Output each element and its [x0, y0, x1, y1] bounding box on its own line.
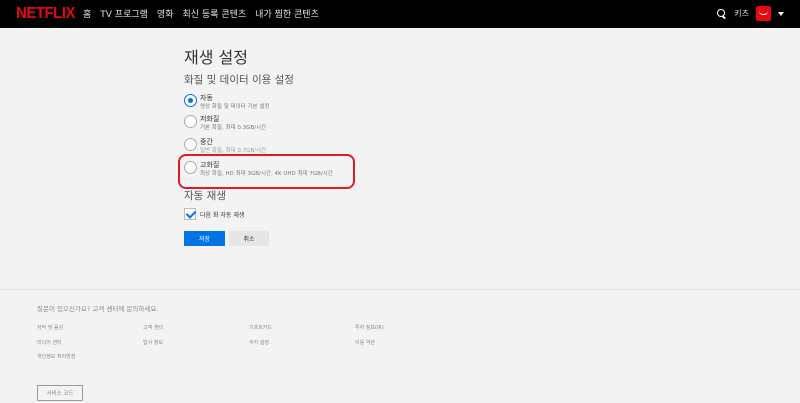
radio-medium[interactable] — [184, 138, 197, 151]
chevron-down-icon[interactable] — [778, 11, 784, 16]
data-usage-section-title: 화질 및 데이터 이용 설정 — [184, 74, 294, 86]
search-icon[interactable] — [717, 8, 727, 19]
footer-link-jobs[interactable]: 입사 정보 — [143, 339, 163, 346]
footer-link-privacy[interactable]: 개인정보 처리방침 — [37, 353, 75, 360]
option-auto[interactable]: 자동 영상 화질 및 데이터 기본 설정 — [184, 93, 269, 112]
radio-auto[interactable] — [184, 94, 197, 107]
cancel-button[interactable]: 취소 — [229, 231, 269, 246]
footer-link-investor-relations[interactable]: 투자 정보(IR) — [355, 324, 384, 331]
nav-link-tv-shows[interactable]: TV 프로그램 — [100, 7, 148, 20]
option-description: 영상 화질 및 데이터 기본 설정 — [200, 104, 270, 110]
option-label: 저화질 — [200, 115, 220, 123]
kids-link[interactable]: 키즈 — [734, 8, 749, 19]
top-navigation-bar: NETFLIX 홈 TV 프로그램 영화 최신 등록 콘텐츠 내가 찜한 콘텐츠… — [0, 0, 800, 28]
footer-link-gift-cards[interactable]: 기프트카드 — [249, 324, 272, 331]
option-description: 기본 화질, 최대 0.3GB/시간 — [200, 125, 267, 131]
radio-low[interactable] — [184, 115, 197, 128]
footer-link-cookie-preferences[interactable]: 쿠키 설정 — [249, 339, 269, 346]
highlight-annotation — [178, 154, 355, 189]
footer-question: 질문이 있으신가요? 고객 센터에 문의하세요. — [37, 305, 159, 313]
option-low[interactable]: 저화질 기본 화질, 최대 0.3GB/시간 — [184, 114, 266, 133]
footer-link-terms[interactable]: 이용 약관 — [355, 339, 375, 346]
playback-settings-panel: 재생 설정 화질 및 데이터 이용 설정 자동 영상 화질 및 데이터 기본 설… — [184, 44, 584, 246]
nav-link-new[interactable]: 최신 등록 콘텐츠 — [182, 7, 246, 20]
option-label: 자동 — [200, 94, 213, 102]
nav-links: 홈 TV 프로그램 영화 최신 등록 콘텐츠 내가 찜한 콘텐츠 — [83, 7, 319, 20]
nav-right-controls: 키즈 — [717, 6, 784, 21]
nav-link-home[interactable]: 홈 — [83, 7, 91, 20]
autoplay-checkbox-label[interactable]: 다음 화 자동 재생 — [200, 210, 244, 219]
save-button[interactable]: 저장 — [184, 231, 225, 246]
page-title: 재생 설정 — [184, 48, 248, 67]
autoplay-checkbox[interactable] — [184, 208, 196, 220]
profile-avatar[interactable] — [756, 6, 771, 21]
footer-link-media-center[interactable]: 미디어 센터 — [37, 339, 62, 346]
footer-link-subtitles[interactable]: 자막 및 음성 — [37, 324, 63, 331]
service-code-button[interactable]: 서비스 코드 — [37, 385, 83, 401]
footer-divider — [0, 289, 800, 290]
nav-link-movies[interactable]: 영화 — [157, 7, 174, 20]
footer-link-help-center[interactable]: 고객 센터 — [143, 324, 163, 331]
netflix-logo[interactable]: NETFLIX — [16, 5, 76, 23]
option-label: 중간 — [200, 138, 213, 146]
nav-link-my-list[interactable]: 내가 찜한 콘텐츠 — [255, 7, 319, 20]
autoplay-section-title: 자동 재생 — [184, 190, 226, 202]
